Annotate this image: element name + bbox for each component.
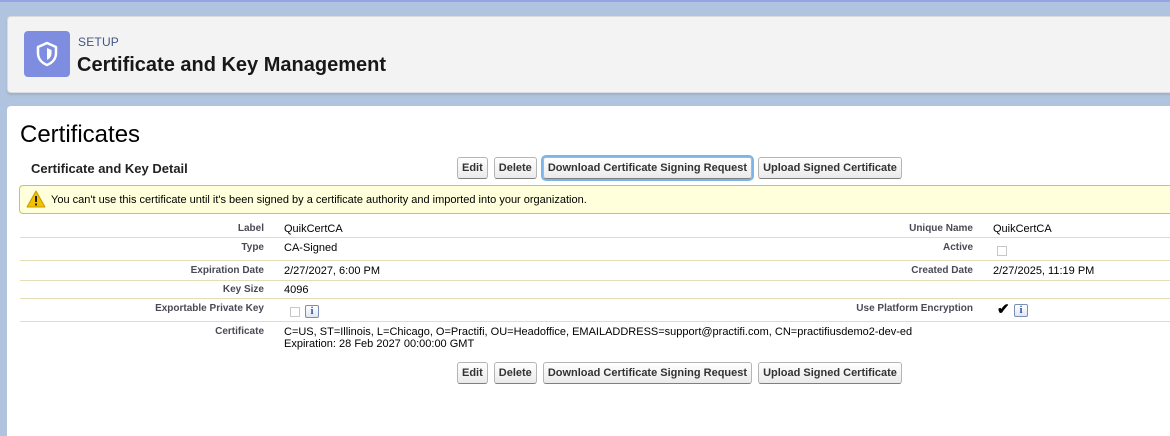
use-platform-encryption-label: Use Platform Encryption [856, 303, 973, 314]
row-divider [20, 260, 1170, 261]
warning-triangle-icon [26, 190, 46, 208]
key-size-value: 4096 [284, 284, 309, 296]
section-title: Certificates [20, 121, 141, 148]
unique-name-value: QuikCertCA [993, 223, 1052, 235]
edit-button[interactable]: Edit [457, 157, 488, 179]
top-button-row: Edit Delete Download Certificate Signing… [457, 155, 902, 181]
created-date-label: Created Date [911, 265, 973, 276]
shield-lock-icon [24, 31, 70, 77]
expiration-date-value: 2/27/2027, 6:00 PM [284, 265, 381, 277]
upload-signed-certificate-button[interactable]: Upload Signed Certificate [758, 157, 902, 179]
setup-breadcrumb[interactable]: SETUP [78, 35, 119, 49]
delete-button[interactable]: Delete [493, 157, 537, 179]
expiration-date-label: Expiration Date [190, 265, 264, 276]
delete-button[interactable]: Delete [493, 362, 537, 384]
warning-text: You can't use this certificate until it'… [51, 194, 587, 206]
active-label: Active [942, 242, 973, 253]
row-divider [20, 298, 1170, 299]
exportable-private-key-label: Exportable Private Key [155, 303, 264, 314]
certificate-subject: C=US, ST=Illinois, L=Chicago, O=Practifi… [284, 326, 913, 338]
label-field-value: QuikCertCA [284, 223, 343, 235]
label-field-label: Label [237, 223, 264, 234]
type-label: Type [241, 242, 264, 253]
bottom-button-row: Edit Delete Download Certificate Signing… [457, 362, 902, 384]
edit-button[interactable]: Edit [457, 362, 488, 384]
page-title: Certificate and Key Management [77, 54, 386, 76]
detail-block-title: Certificate and Key Detail [31, 161, 188, 176]
active-checkbox [997, 246, 1007, 256]
checkmark-icon: ✔ [997, 301, 1010, 318]
unique-name-label: Unique Name [909, 223, 973, 234]
top-accent-line [0, 0, 1170, 2]
info-icon[interactable]: i [305, 305, 319, 318]
row-divider [20, 280, 1170, 281]
main-content: Certificates Certificate and Key Detail … [7, 106, 1170, 436]
created-date-value: 2/27/2025, 11:19 PM [993, 265, 1095, 277]
exportable-private-key-checkbox [290, 307, 300, 317]
upload-signed-certificate-button[interactable]: Upload Signed Certificate [758, 362, 902, 384]
download-csr-button[interactable]: Download Certificate Signing Request [542, 362, 753, 384]
type-value: CA-Signed [284, 242, 338, 254]
key-size-label: Key Size [222, 284, 264, 295]
info-icon[interactable]: i [1014, 304, 1028, 317]
row-divider [20, 321, 1170, 322]
warning-message: You can't use this certificate until it'… [19, 185, 1170, 214]
download-csr-button[interactable]: Download Certificate Signing Request [540, 155, 755, 181]
row-divider [20, 237, 1170, 238]
certificate-label: Certificate [215, 326, 264, 337]
certificate-expiration: Expiration: 28 Feb 2027 00:00:00 GMT [284, 338, 475, 350]
setup-header: SETUP Certificate and Key Management [7, 16, 1170, 93]
